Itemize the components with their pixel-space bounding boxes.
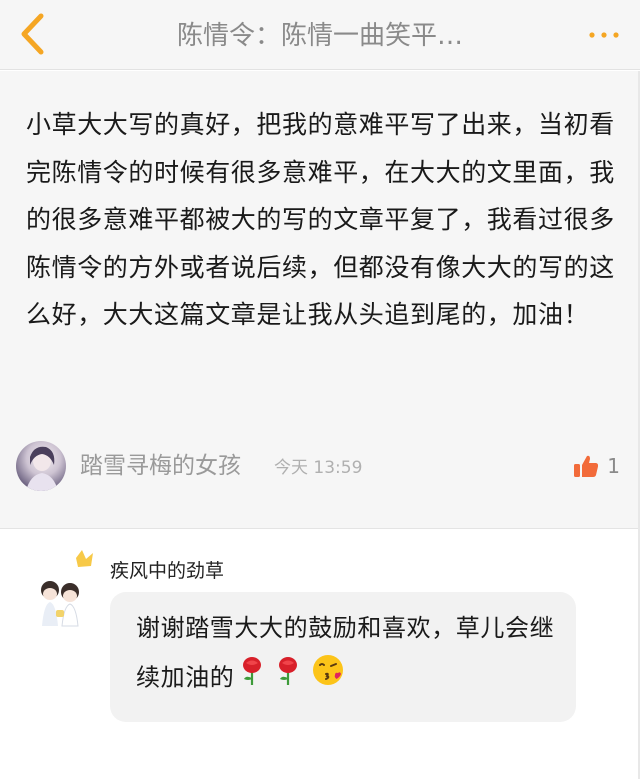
comment-text: 小草大大写的真好，把我的意难平写了出来，当初看完陈情令的时候有很多意难平，在大大… (26, 110, 615, 329)
reply-bubble: 谢谢踏雪大大的鼓励和喜欢，草儿会继续加油的 (110, 592, 576, 722)
reply-section: 疾风中的劲草 谢谢踏雪大大的鼓励和喜欢，草儿会继续加油的 (0, 530, 640, 779)
main-comment: 小草大大写的真好，把我的意难平写了出来，当初看完陈情令的时候有很多意难平，在大大… (0, 71, 640, 529)
comment-timestamp: 今天 13:59 (274, 458, 363, 478)
like-count: 1 (607, 454, 620, 478)
reply-text-container: 谢谢踏雪大大的鼓励和喜欢，草儿会继续加油的 (136, 604, 556, 704)
page-title: 陈情令：陈情一曲笑平… (176, 21, 463, 51)
back-button[interactable] (10, 8, 54, 60)
thumbs-up-icon (574, 455, 599, 477)
comment-username[interactable]: 踏雪寻梅的女孩 (80, 451, 241, 481)
more-button[interactable] (586, 20, 622, 50)
comment-meta: 踏雪寻梅的女孩 今天 13:59 1 (16, 441, 624, 493)
reply-avatar[interactable] (36, 550, 110, 628)
like-button[interactable]: 1 (573, 451, 620, 481)
more-dots-icon (589, 32, 619, 38)
rose-icon (239, 654, 265, 703)
avatar-crown-chibi-icon (41, 550, 93, 627)
reply-author[interactable]: 疾风中的劲草 (110, 558, 224, 584)
kissing-face-icon (311, 653, 345, 704)
rose-icon (275, 654, 301, 703)
top-bar: 陈情令：陈情一曲笑平… (0, 0, 640, 70)
chevron-left-icon (21, 13, 44, 55)
avatar[interactable] (16, 441, 66, 491)
avatar-portrait-icon (26, 446, 58, 491)
